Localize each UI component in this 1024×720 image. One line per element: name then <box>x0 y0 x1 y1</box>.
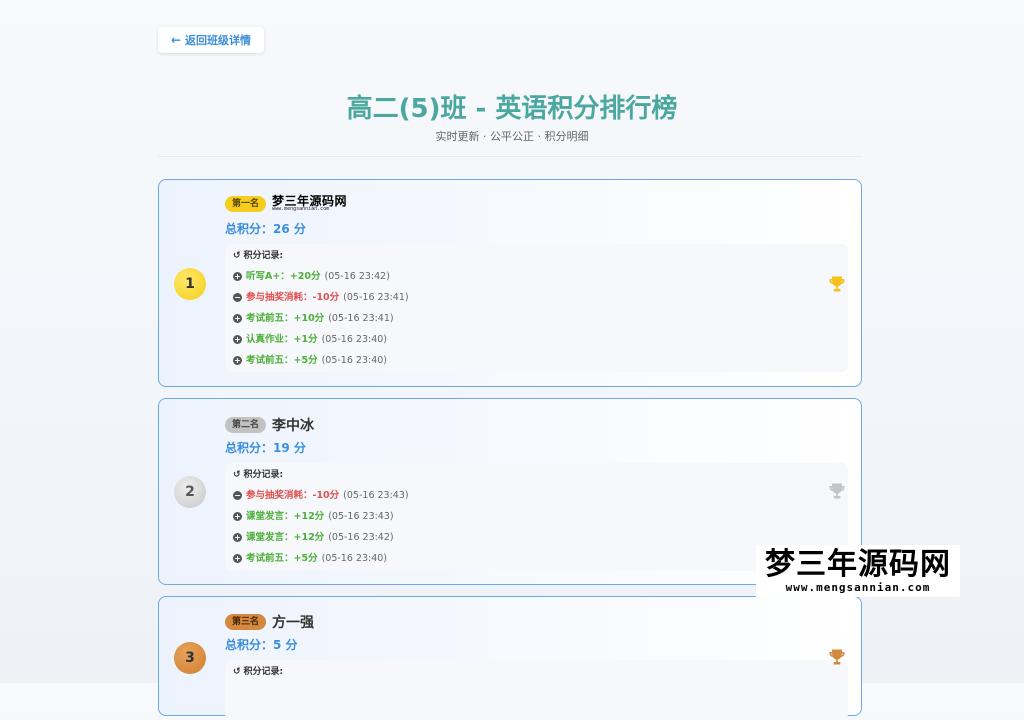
rank-number-circle: 3 <box>174 642 206 674</box>
history-icon: ↺ <box>233 667 241 677</box>
plus-circle-icon: + <box>233 554 242 563</box>
rank-number-circle: 2 <box>174 476 206 508</box>
total-score: 总积分：26 分 <box>225 222 306 236</box>
rank-badge: 第三名 <box>225 614 267 630</box>
minus-circle-icon: − <box>233 293 242 302</box>
record-item: + 课堂发言：+12分 (05-16 23:43) <box>233 511 394 522</box>
record-item: − 参与抽奖消耗：-10分 (05-16 23:41) <box>233 292 409 303</box>
back-button-label: 返回班级详情 <box>185 34 252 47</box>
history-icon: ↺ <box>233 251 241 261</box>
back-button[interactable]: ← 返回班级详情 <box>158 27 264 53</box>
history-icon: ↺ <box>233 470 241 480</box>
plus-circle-icon: + <box>233 314 242 323</box>
score-records: ↺ 积分记录: <box>225 660 848 720</box>
rank-number-circle: 1 <box>174 268 206 300</box>
arrow-left-icon: ← <box>170 33 182 47</box>
record-item: + 考试前五：+5分 (05-16 23:40) <box>233 553 387 564</box>
trophy-icon-bronze <box>829 649 845 665</box>
rank-badge: 第一名 <box>225 195 267 212</box>
plus-circle-icon: + <box>233 335 242 344</box>
score-records: ↺ 积分记录: + 听写A+：+20分 (05-16 23:42) − 参与抽奖… <box>225 244 848 372</box>
records-title: 积分记录: <box>243 667 284 677</box>
record-item: + 考试前五：+5分 (05-16 23:40) <box>233 355 387 366</box>
trophy-icon-gold <box>829 276 845 292</box>
page-title: 高二(5)班 - 英语积分排行榜 <box>346 94 678 124</box>
record-item: − 参与抽奖消耗：-10分 (05-16 23:43) <box>233 490 409 501</box>
student-name: 方一强 <box>272 615 315 631</box>
rank-card-1: 1 第一名 梦三年源码网 www.mengsannian.com 总积分：26 … <box>158 179 862 387</box>
record-item: + 认真作业：+1分 (05-16 23:40) <box>233 334 387 345</box>
records-title: 积分记录: <box>243 251 284 261</box>
trophy-icon-silver <box>829 483 845 499</box>
rank-badge: 第二名 <box>225 417 267 433</box>
divider <box>158 156 862 157</box>
plus-circle-icon: + <box>233 512 242 521</box>
student-name: 李中冰 <box>272 418 315 434</box>
total-score: 总积分：5 分 <box>225 638 298 652</box>
score-records: ↺ 积分记录: − 参与抽奖消耗：-10分 (05-16 23:43) + 课堂… <box>225 463 848 571</box>
name-logo: 梦三年源码网 www.mengsannian.com <box>272 194 348 212</box>
record-item: + 考试前五：+10分 (05-16 23:41) <box>233 313 394 324</box>
plus-circle-icon: + <box>233 356 242 365</box>
plus-circle-icon: + <box>233 533 242 542</box>
rank-card-3: 3 第三名 方一强 总积分：5 分 ↺ 积分记录: <box>158 596 862 720</box>
page-subtitle: 实时更新 · 公平公正 · 积分明细 <box>435 130 589 143</box>
minus-circle-icon: − <box>233 491 242 500</box>
plus-circle-icon: + <box>233 272 242 281</box>
record-item: + 课堂发言：+12分 (05-16 23:42) <box>233 532 394 543</box>
record-item: + 听写A+：+20分 (05-16 23:42) <box>233 271 390 282</box>
watermark-logo: 梦三年源码网 www.mengsannian.com <box>756 545 960 597</box>
records-title: 积分记录: <box>243 470 284 480</box>
total-score: 总积分：19 分 <box>225 441 306 455</box>
